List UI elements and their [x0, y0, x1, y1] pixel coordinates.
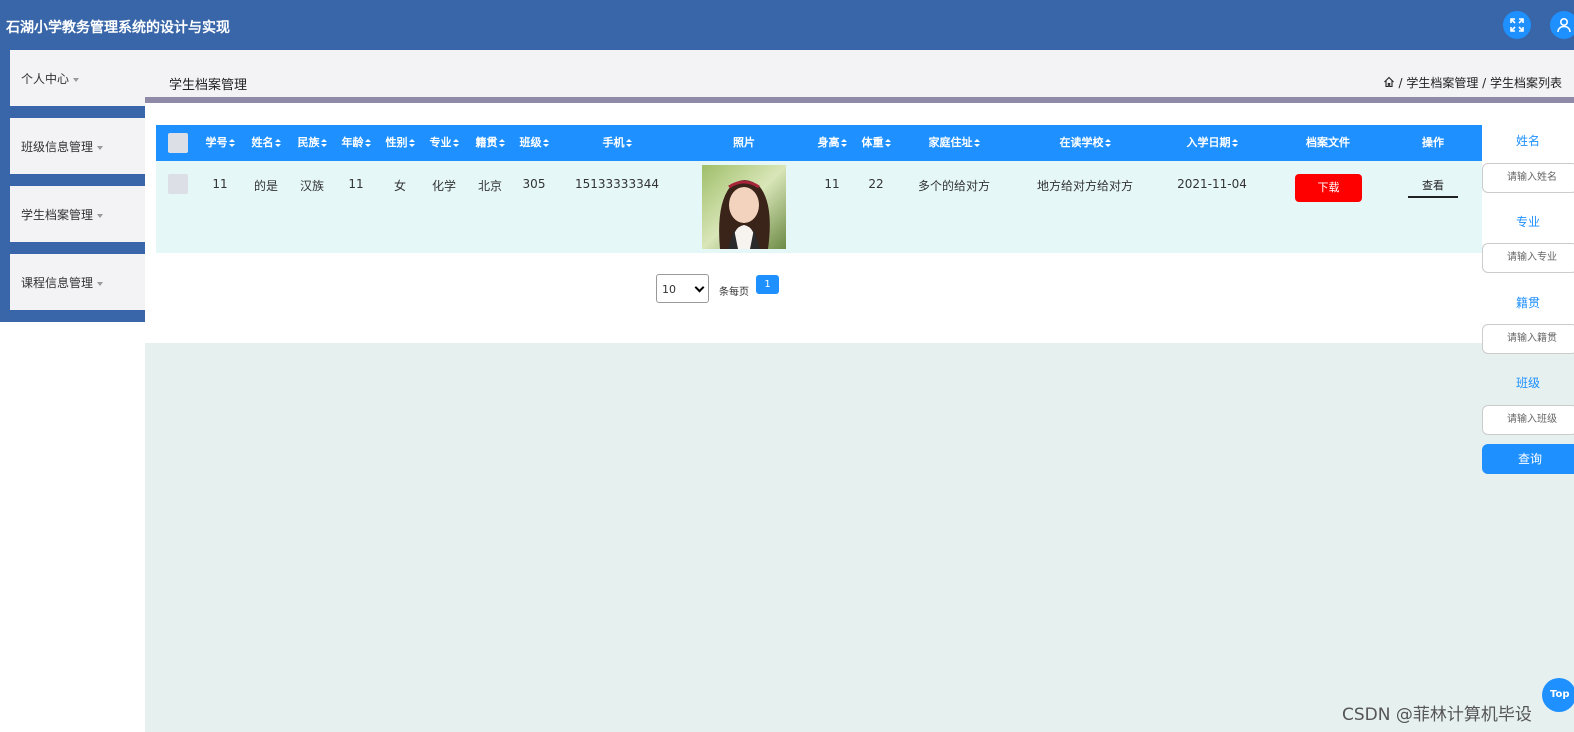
- sidebar-item-personal-center[interactable]: 个人中心: [0, 50, 145, 118]
- user-icon[interactable]: [1550, 11, 1574, 39]
- column-header-file: 档案文件: [1306, 136, 1350, 149]
- search-button[interactable]: 查询: [1482, 444, 1574, 474]
- sidebar-item-label: 学生档案管理: [21, 208, 94, 222]
- column-header-enroll-date[interactable]: 入学日期: [1170, 125, 1254, 161]
- cell-gender: 女: [393, 179, 406, 193]
- caret-down-icon: [97, 213, 104, 218]
- sort-icon: [973, 139, 980, 147]
- sort-icon: [1231, 139, 1238, 147]
- column-header-origin[interactable]: 籍贯: [470, 125, 510, 161]
- cell-ethnicity: 汉族: [299, 179, 324, 193]
- search-major-label: 专业: [1515, 215, 1540, 229]
- sidebar-item-class-info[interactable]: 班级信息管理: [0, 118, 145, 186]
- select-all-checkbox[interactable]: [168, 133, 188, 153]
- home-icon[interactable]: [1383, 76, 1395, 91]
- cell-enroll-date: 2021-11-04: [1177, 177, 1247, 191]
- sort-icon: [840, 139, 847, 147]
- search-name-input[interactable]: 请输入姓名: [1482, 163, 1574, 193]
- fullscreen-icon[interactable]: [1503, 11, 1531, 39]
- column-header-actions: 操作: [1422, 136, 1444, 149]
- column-header-id[interactable]: 学号: [202, 125, 238, 161]
- chevron-down-icon: [694, 282, 705, 293]
- sort-icon: [408, 139, 415, 147]
- watermark: CSDN @菲林计算机毕设: [1342, 705, 1532, 725]
- caret-down-icon: [97, 281, 104, 286]
- cell-class: 305: [522, 177, 546, 191]
- cell-height: 11: [824, 177, 840, 191]
- column-header-weight[interactable]: 体重: [856, 125, 896, 161]
- top-bar: 石湖小学教务管理系统的设计与实现: [0, 0, 1574, 50]
- column-header-address[interactable]: 家庭住址: [912, 125, 996, 161]
- sort-icon: [452, 139, 459, 147]
- search-class-label: 班级: [1515, 376, 1540, 390]
- sort-icon: [228, 139, 235, 147]
- column-header-major[interactable]: 专业: [424, 125, 464, 161]
- cell-school: 地方给对方给对方: [1036, 179, 1133, 193]
- page-size-select[interactable]: 10: [656, 274, 709, 303]
- sort-icon: [364, 139, 371, 147]
- content-background: [145, 343, 1574, 732]
- per-page-label: 条每页: [719, 287, 749, 298]
- column-header-phone[interactable]: 手机: [576, 125, 658, 161]
- column-header-ethnicity[interactable]: 民族: [292, 125, 332, 161]
- page-header: 学生档案管理 / 学生档案管理 / 学生档案列表: [145, 50, 1574, 97]
- cell-id: 11: [212, 177, 228, 191]
- cell-origin: 北京: [477, 179, 502, 193]
- column-header-photo: 照片: [733, 136, 755, 149]
- search-name-label: 姓名: [1515, 134, 1540, 148]
- column-header-age[interactable]: 年龄: [336, 125, 376, 161]
- sidebar-item-label: 课程信息管理: [21, 276, 94, 290]
- cell-name: 的是: [253, 179, 278, 193]
- sort-icon: [274, 139, 281, 147]
- app-title: 石湖小学教务管理系统的设计与实现: [6, 20, 230, 36]
- breadcrumb-text: / 学生档案管理 / 学生档案列表: [1398, 76, 1562, 90]
- cell-weight: 22: [868, 177, 884, 191]
- cell-major: 化学: [431, 179, 456, 193]
- search-major-input[interactable]: 请输入专业: [1482, 243, 1574, 273]
- sort-icon: [498, 139, 505, 147]
- sidebar-item-label: 个人中心: [21, 72, 70, 86]
- sidebar: 个人中心 班级信息管理 学生档案管理 课程信息管理: [0, 50, 145, 732]
- column-header-gender[interactable]: 性别: [380, 125, 420, 161]
- table-row: 11 的是 汉族 11 女 化学 北京 305 15133333344 11 2…: [156, 161, 1482, 253]
- download-button[interactable]: 下载: [1295, 174, 1362, 202]
- student-photo: [702, 165, 786, 249]
- column-header-class[interactable]: 班级: [514, 125, 554, 161]
- sidebar-item-student-archive[interactable]: 学生档案管理: [0, 186, 145, 254]
- page-title: 学生档案管理: [169, 78, 248, 93]
- page-number-button[interactable]: 1: [756, 275, 779, 294]
- column-header-name[interactable]: 姓名: [246, 125, 286, 161]
- column-header-school[interactable]: 在读学校: [1036, 125, 1134, 161]
- back-to-top-button[interactable]: Top: [1542, 678, 1574, 712]
- column-header-height[interactable]: 身高: [812, 125, 852, 161]
- sort-icon: [884, 139, 891, 147]
- search-origin-input[interactable]: 请输入籍贯: [1482, 324, 1574, 354]
- cell-phone: 15133333344: [575, 177, 659, 191]
- sort-icon: [320, 139, 327, 147]
- sort-icon: [625, 139, 632, 147]
- sort-icon: [1104, 139, 1111, 147]
- table-header: 学号 姓名 民族 年龄 性别 专业 籍贯 班级 手机 照片 身高 体重 家庭住址…: [156, 125, 1482, 161]
- breadcrumb: / 学生档案管理 / 学生档案列表: [1383, 74, 1562, 91]
- caret-down-icon: [97, 145, 104, 150]
- view-button[interactable]: 查看: [1408, 174, 1458, 198]
- sidebar-item-label: 班级信息管理: [21, 140, 94, 154]
- caret-down-icon: [73, 77, 80, 82]
- row-checkbox[interactable]: [168, 174, 188, 194]
- page-size-value: 10: [662, 283, 676, 296]
- search-origin-label: 籍贯: [1515, 296, 1540, 310]
- cell-address: 多个的给对方: [917, 179, 990, 193]
- sidebar-item-course-info[interactable]: 课程信息管理: [0, 254, 145, 322]
- cell-age: 11: [348, 177, 364, 191]
- sort-icon: [542, 139, 549, 147]
- search-class-input[interactable]: 请输入班级: [1482, 405, 1574, 435]
